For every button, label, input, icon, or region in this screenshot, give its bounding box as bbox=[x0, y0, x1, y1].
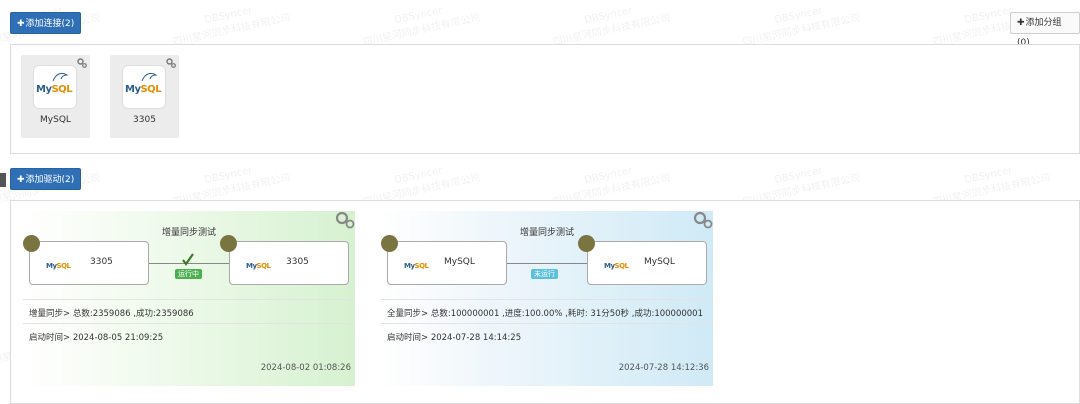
plus-icon: ✚ bbox=[17, 175, 25, 185]
gear-icon[interactable] bbox=[77, 58, 87, 68]
logo-text-sql: SQL bbox=[140, 84, 162, 95]
target-anchor bbox=[220, 235, 237, 252]
driver-title: 增量同步测试 bbox=[519, 228, 574, 238]
logo-text-my: My bbox=[125, 84, 141, 95]
add-connection-button[interactable]: ✚添加连接(2) bbox=[10, 12, 82, 34]
target-name: 3305 bbox=[286, 257, 309, 267]
source-node[interactable]: MySQL MySQL bbox=[387, 241, 507, 285]
drivers-panel: 增量同步测试 MySQL 3305 MySQL 3305 运行中 增量同步> 总… bbox=[10, 200, 1080, 404]
target-node[interactable]: MySQL MySQL bbox=[587, 241, 707, 285]
link-line bbox=[507, 263, 587, 264]
watermark-text: DBSyncer四川星河同步科技有限公司 bbox=[171, 5, 292, 49]
logo-text-my: My bbox=[36, 84, 52, 95]
source-name: MySQL bbox=[444, 257, 475, 267]
gear-icon[interactable] bbox=[335, 211, 355, 229]
dolphin-icon bbox=[141, 72, 157, 82]
driver-updated-time: 2024-07-28 14:12:36 bbox=[618, 363, 709, 373]
source-node[interactable]: MySQL 3305 bbox=[29, 241, 149, 285]
target-anchor bbox=[578, 235, 595, 252]
driver-stats: 增量同步> 总数:2359086 ,成功:2359086 bbox=[29, 309, 194, 319]
driver-start-time: 启动时间> 2024-08-05 21:09:25 bbox=[29, 333, 164, 343]
connections-panel: MySQL MySQL MySQL 3305 bbox=[10, 44, 1080, 154]
add-connection-label: 添加连接(2) bbox=[25, 19, 75, 29]
dolphin-icon bbox=[52, 72, 68, 82]
driver-updated-time: 2024-08-02 01:08:26 bbox=[260, 363, 351, 373]
gear-icon[interactable] bbox=[693, 211, 713, 229]
add-driver-label: 添加驱动(2) bbox=[25, 175, 75, 185]
status-badge: 未运行 bbox=[531, 269, 558, 279]
gear-icon[interactable] bbox=[166, 58, 176, 68]
divider bbox=[23, 323, 355, 324]
watermark-text: DBSyncer四川星河同步科技有限公司 bbox=[741, 5, 862, 49]
driver-card[interactable]: 增量同步测试 MySQL MySQL MySQL MySQL 未运行 全量同步>… bbox=[381, 211, 713, 386]
logo-text-sql: SQL bbox=[51, 84, 73, 95]
divider bbox=[23, 299, 355, 300]
connection-name: 3305 bbox=[133, 115, 156, 125]
target-node[interactable]: MySQL 3305 bbox=[229, 241, 349, 285]
status-badge: 运行中 bbox=[175, 269, 202, 279]
mysql-logo: MySQL bbox=[33, 65, 77, 109]
check-icon bbox=[182, 253, 194, 266]
mysql-logo: MySQL bbox=[122, 65, 166, 109]
watermark-text: DBSyncer四川星河同步科技有限公司 bbox=[361, 5, 482, 49]
add-driver-button[interactable]: ✚添加驱动(2) bbox=[10, 168, 82, 190]
divider bbox=[381, 323, 713, 324]
connection-card-mysql[interactable]: MySQL MySQL bbox=[21, 55, 90, 138]
driver-stats: 全量同步> 总数:100000001 ,进度:100.00% ,耗时: 31分5… bbox=[387, 309, 703, 319]
source-name: 3305 bbox=[90, 257, 113, 267]
divider bbox=[381, 299, 713, 300]
connection-name: MySQL bbox=[40, 115, 71, 125]
plus-icon: ✚ bbox=[17, 19, 25, 29]
plus-icon: ✚ bbox=[1017, 18, 1025, 28]
side-marker bbox=[0, 173, 6, 187]
add-group-button[interactable]: ✚添加分组(0) bbox=[1010, 12, 1080, 48]
source-anchor bbox=[381, 235, 398, 252]
connection-card-3305[interactable]: MySQL 3305 bbox=[110, 55, 179, 138]
target-name: MySQL bbox=[644, 257, 675, 267]
driver-start-time: 启动时间> 2024-07-28 14:14:25 bbox=[387, 333, 522, 343]
watermark-text: DBSyncer四川星河同步科技有限公司 bbox=[551, 5, 672, 49]
source-anchor bbox=[23, 235, 40, 252]
driver-card[interactable]: 增量同步测试 MySQL 3305 MySQL 3305 运行中 增量同步> 总… bbox=[23, 211, 355, 386]
driver-title: 增量同步测试 bbox=[161, 228, 216, 238]
